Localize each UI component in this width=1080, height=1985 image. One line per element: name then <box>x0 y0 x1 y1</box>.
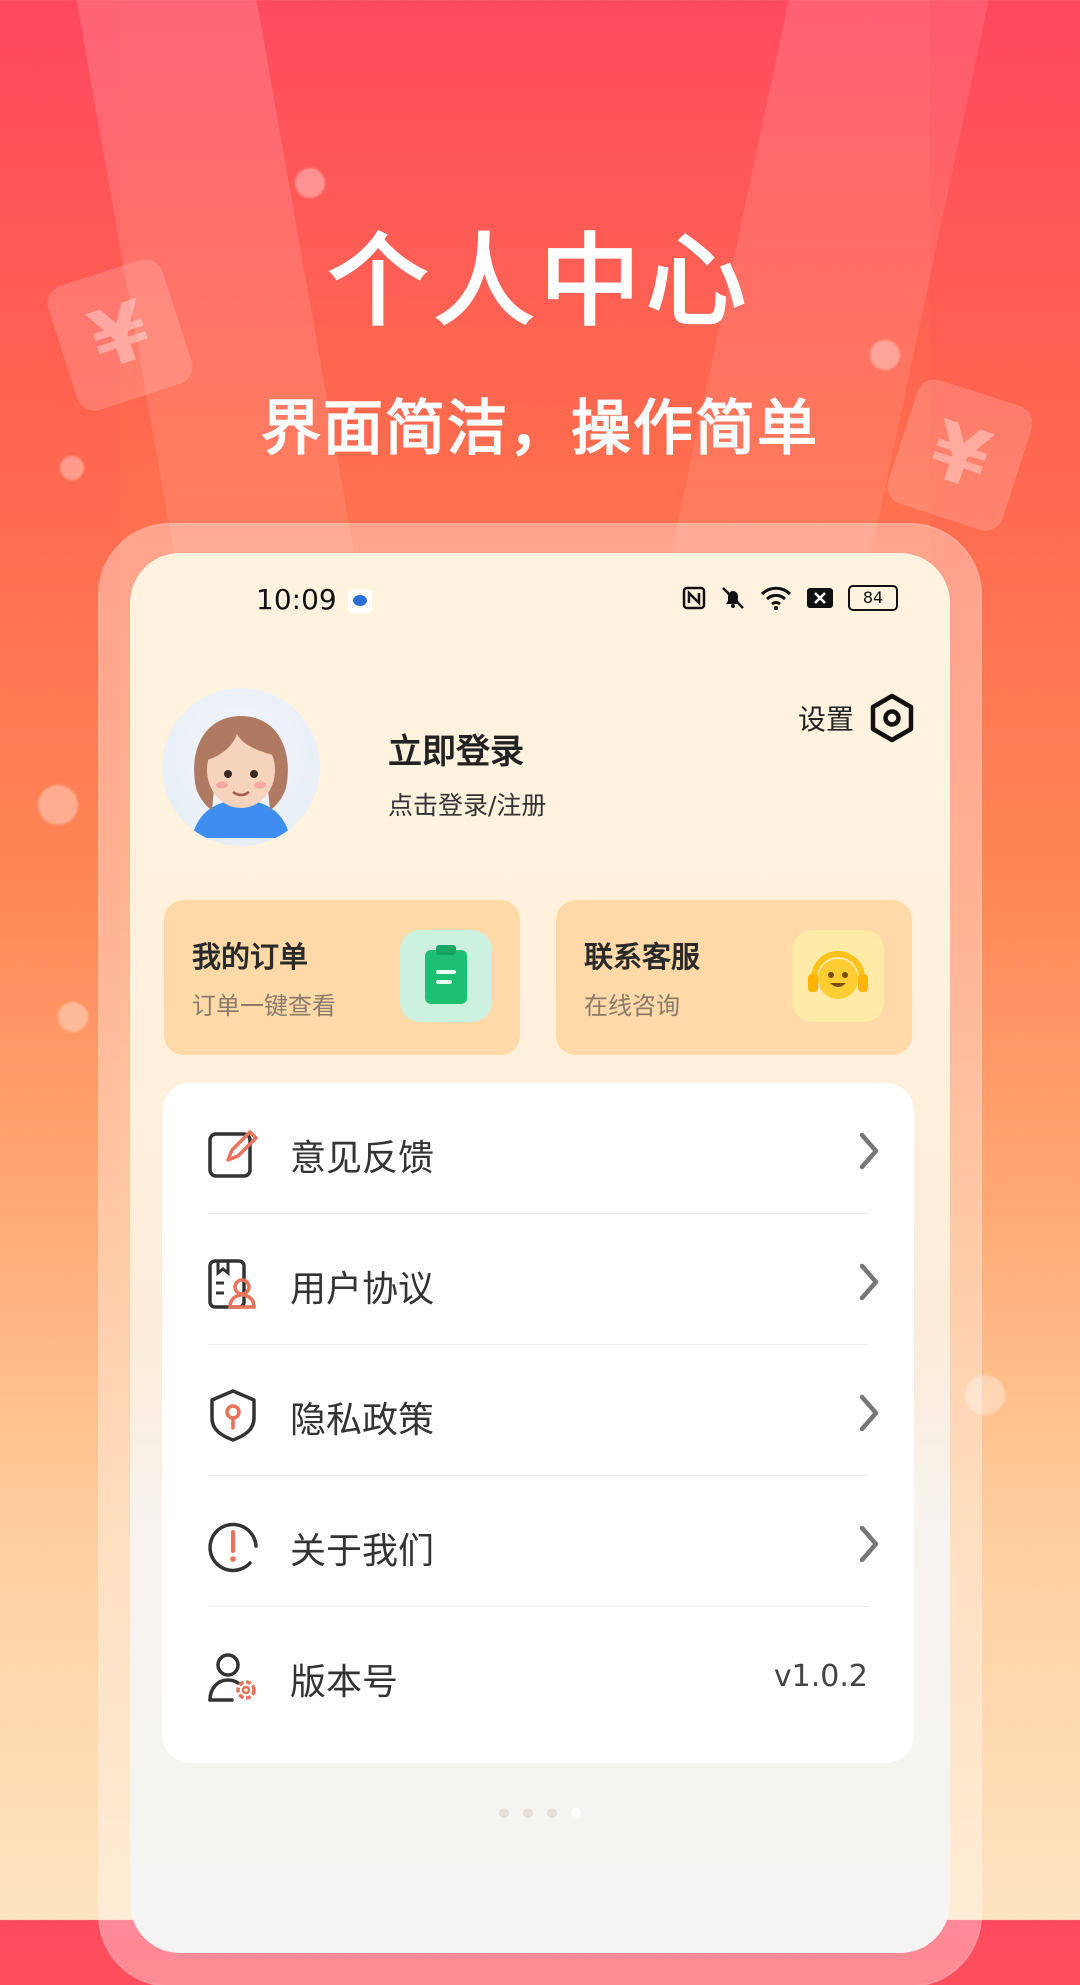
my-orders-card[interactable]: 我的订单 订单一键查看 <box>162 898 522 1057</box>
avatar[interactable] <box>162 688 320 846</box>
card-subtitle: 在线咨询 <box>584 992 680 1020</box>
version-value: v1.0.2 <box>773 1659 868 1694</box>
customer-service-card[interactable]: 联系客服 在线咨询 <box>554 898 914 1057</box>
card-title: 我的订单 <box>192 940 309 974</box>
app-notification-icon <box>348 589 372 613</box>
wifi-icon <box>760 586 792 610</box>
page-dot-active <box>571 1808 581 1818</box>
menu-item-label: 意见反馈 <box>290 1138 435 1179</box>
girl-avatar-icon <box>192 716 290 838</box>
menu-item-version: 版本号 v1.0.2 <box>162 1607 914 1738</box>
menu-item-user-agreement[interactable]: 用户协议 <box>162 1214 914 1345</box>
chevron-right-icon <box>859 1394 879 1432</box>
menu-item-label: 用户协议 <box>290 1269 435 1310</box>
page-dot <box>523 1808 533 1818</box>
chevron-right-icon <box>859 1263 879 1301</box>
headset-smile-icon <box>792 930 884 1022</box>
status-bar: 10:09 84 <box>130 583 950 623</box>
user-agreement-icon <box>208 1259 256 1309</box>
info-circle-icon <box>208 1522 258 1573</box>
settings-button[interactable]: 设置 <box>798 693 916 743</box>
chevron-right-icon <box>859 1132 879 1170</box>
edit-feedback-icon <box>208 1130 258 1178</box>
page-indicator <box>130 1808 950 1818</box>
card-subtitle: 订单一键查看 <box>192 992 336 1020</box>
menu-item-label: 隐私政策 <box>290 1400 435 1441</box>
settings-label: 设置 <box>797 703 854 736</box>
menu-item-label: 版本号 <box>290 1662 399 1703</box>
page-dot <box>499 1808 509 1818</box>
menu-item-label: 关于我们 <box>290 1531 435 1572</box>
chevron-right-icon <box>859 1525 879 1563</box>
close-box-icon <box>807 588 833 608</box>
hero-subtitle: 界面简洁，操作简单 <box>261 394 819 464</box>
privacy-shield-icon <box>210 1389 256 1442</box>
bokeh-dot <box>38 785 78 825</box>
login-subtitle[interactable]: 点击登录/注册 <box>388 786 546 822</box>
battery-icon: 84 <box>848 585 898 611</box>
gear-icon <box>870 693 914 743</box>
menu-item-privacy-policy[interactable]: 隐私政策 <box>162 1345 914 1476</box>
bokeh-dot <box>58 1002 88 1032</box>
bokeh-dot <box>295 168 325 198</box>
menu-item-about-us[interactable]: 关于我们 <box>162 1476 914 1607</box>
status-time: 10:09 <box>256 583 337 616</box>
page-dot <box>547 1808 557 1818</box>
hero-title: 个人中心 <box>328 223 752 340</box>
menu-item-feedback[interactable]: 意见反馈 <box>162 1083 914 1214</box>
nfc-icon <box>682 586 706 610</box>
phone-screen: 10:09 84 立即登录 点击登录/注册 设置 我的订单 订单一键查看 联系客… <box>130 553 950 1953</box>
login-title[interactable]: 立即登录 <box>388 724 524 773</box>
card-title: 联系客服 <box>584 940 701 974</box>
settings-menu: 意见反馈 用户协议 隐私政策 关于我们 版本号 v1.0.2 <box>162 1083 914 1763</box>
status-icons: 84 <box>682 585 898 611</box>
clipboard-icon <box>400 930 492 1022</box>
mute-bell-icon <box>722 587 744 609</box>
user-settings-icon <box>208 1653 256 1702</box>
